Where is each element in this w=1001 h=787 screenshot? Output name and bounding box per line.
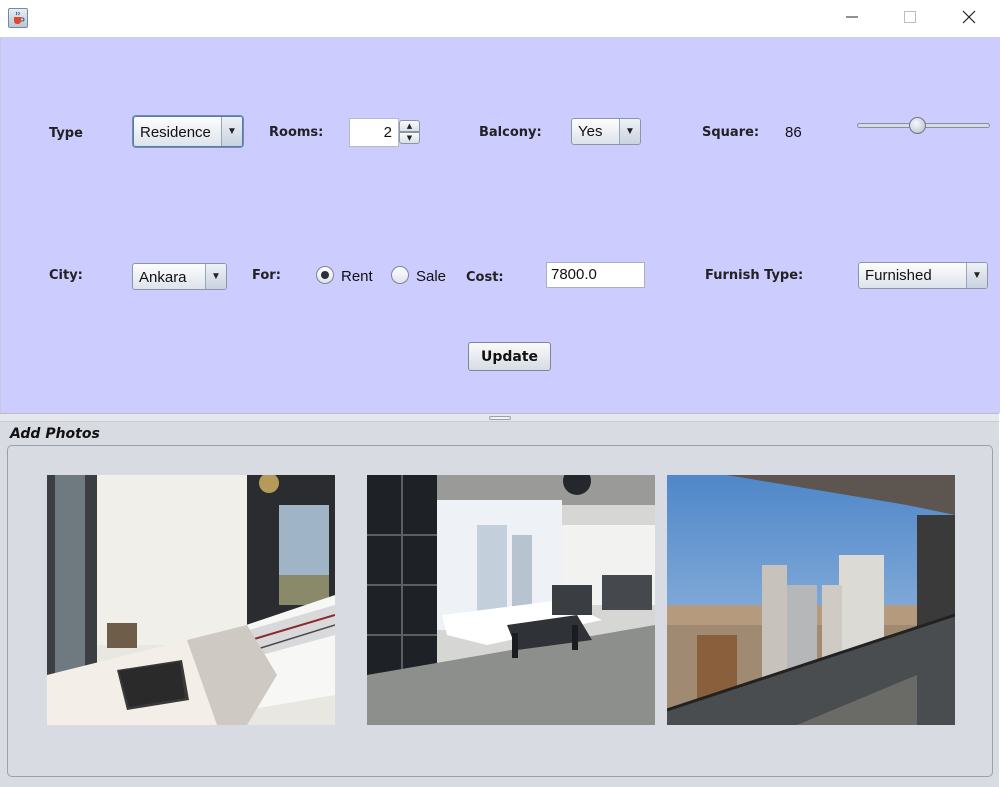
balcony-label: Balcony: [479,125,542,140]
square-label: Square: [702,125,760,140]
living-room-photo[interactable] [367,475,655,725]
type-value: Residence [140,124,211,141]
bedroom-photo[interactable] [47,475,335,725]
sale-radio-label[interactable]: Sale [416,268,446,285]
chevron-down-icon: ▼ [205,264,226,289]
balcony-view-photo[interactable] [667,475,955,725]
type-combobox[interactable]: Residence ▼ [133,116,243,147]
chevron-down-icon: ▼ [966,263,987,288]
city-combobox[interactable]: Ankara ▼ [132,263,227,290]
balcony-value: Yes [578,123,603,140]
type-label: Type [49,126,83,141]
spinner-down-icon[interactable]: ▼ [399,132,420,144]
cost-label: Cost: [466,270,504,285]
minimize-button[interactable] [829,0,875,34]
rooms-spinner[interactable]: 2 ▲ ▼ [349,118,422,147]
minimize-icon [846,16,858,18]
add-photos-title: Add Photos [10,426,100,442]
maximize-button[interactable] [887,0,933,34]
java-cup-icon [8,8,28,28]
close-button[interactable] [946,0,992,34]
rooms-value[interactable]: 2 [349,118,399,147]
rent-radio-label[interactable]: Rent [341,268,373,285]
chevron-down-icon: ▼ [619,119,640,144]
furnish-type-label: Furnish Type: [705,268,804,283]
furnish-type-value: Furnished [865,267,932,284]
close-icon [962,10,976,24]
chevron-down-icon: ▼ [221,117,242,146]
cost-input[interactable]: 7800.0 [546,262,645,288]
update-button[interactable]: Update [468,342,551,371]
rent-radio[interactable] [316,266,334,284]
balcony-combobox[interactable]: Yes ▼ [571,118,641,145]
for-label: For: [252,268,281,283]
furnish-type-combobox[interactable]: Furnished ▼ [858,262,988,289]
sale-radio[interactable] [391,266,409,284]
divider-grip-icon[interactable] [489,416,511,420]
rooms-label: Rooms: [269,125,324,140]
window-titlebar [0,0,1001,37]
square-slider-thumb[interactable] [909,117,926,134]
spinner-up-icon[interactable]: ▲ [399,120,420,132]
square-value: 86 [785,124,802,141]
city-label: City: [49,268,83,283]
maximize-icon [904,11,916,23]
city-value: Ankara [139,269,187,286]
